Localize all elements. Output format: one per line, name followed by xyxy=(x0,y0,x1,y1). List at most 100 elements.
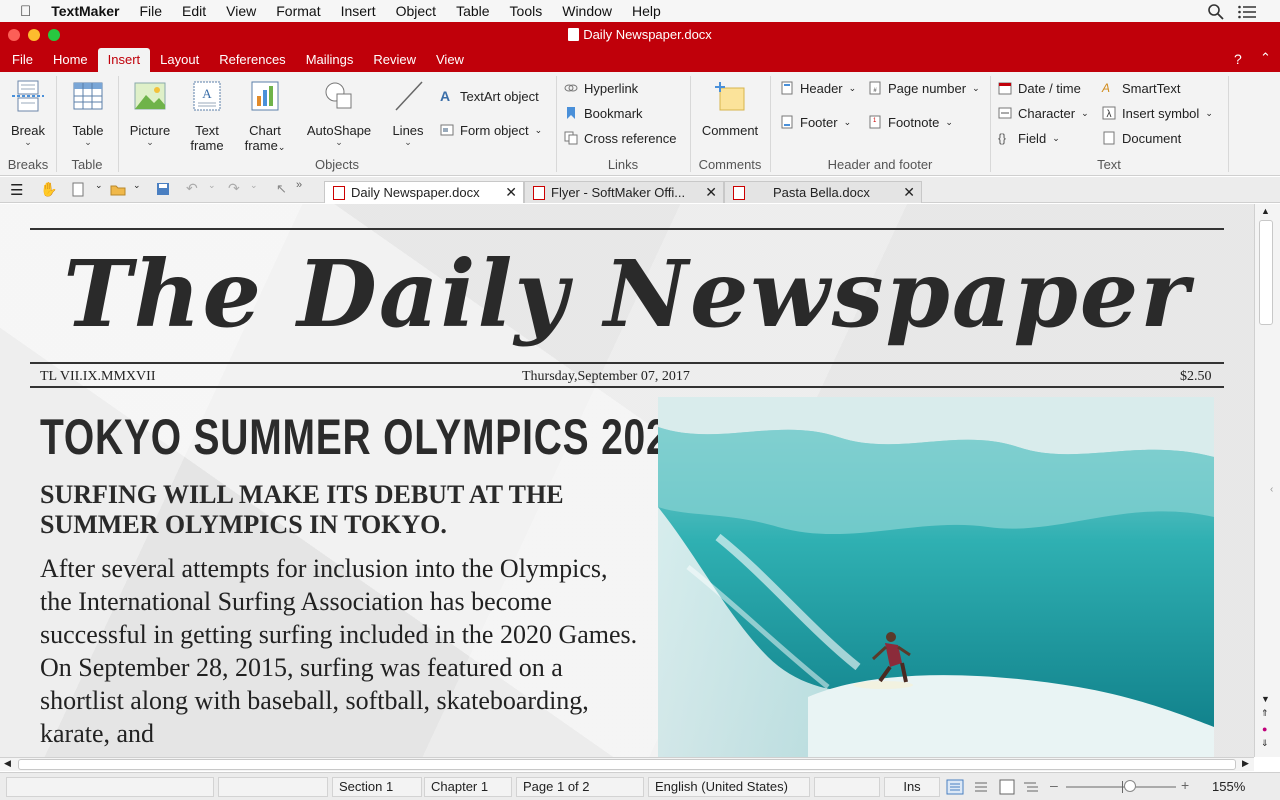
menu-view[interactable]: View xyxy=(216,3,266,19)
date-time-button[interactable]: Date / time xyxy=(998,78,1081,98)
menu-window[interactable]: Window xyxy=(552,3,622,19)
document-button[interactable]: Document xyxy=(1102,128,1181,148)
surfer-photo[interactable] xyxy=(658,397,1214,757)
doc-tab-daily-newspaper[interactable]: Daily Newspaper.docx ✕ xyxy=(324,181,524,203)
close-tab-icon[interactable]: ✕ xyxy=(505,182,517,203)
insert-symbol-button[interactable]: λ Insert symbol ⌄ xyxy=(1102,103,1213,123)
tab-file[interactable]: File xyxy=(2,48,43,72)
new-document-icon[interactable] xyxy=(72,182,84,197)
chart-frame-button[interactable]: Chart frame⌄ xyxy=(238,78,292,155)
page-number-button[interactable]: # Page number ⌄ xyxy=(868,78,980,98)
app-menu[interactable]: TextMaker xyxy=(41,3,129,19)
browse-object-icon[interactable]: ● xyxy=(1262,724,1267,734)
vertical-scrollbar[interactable]: ▲ ▼ ⇑ ● ⇓ xyxy=(1254,204,1280,757)
toolbar-overflow-icon[interactable]: » xyxy=(296,179,302,191)
table-button[interactable]: Table ⌄ xyxy=(66,78,110,147)
hamburger-menu-icon[interactable]: ☰ xyxy=(10,181,23,199)
smarttext-button[interactable]: A SmartText xyxy=(1102,78,1181,98)
continuous-view-icon[interactable] xyxy=(972,779,990,795)
hyperlink-button[interactable]: Hyperlink xyxy=(564,78,638,98)
document-canvas[interactable]: The Daily Newspaper TL VII.IX.MMXVII Thu… xyxy=(0,204,1254,757)
redo-icon[interactable]: ↷ xyxy=(228,180,240,197)
spotlight-search-icon[interactable] xyxy=(1208,4,1224,20)
tab-mailings[interactable]: Mailings xyxy=(296,48,364,72)
tab-home[interactable]: Home xyxy=(43,48,98,72)
undo-dropdown-icon[interactable]: ⌄ xyxy=(208,180,216,191)
menu-help[interactable]: Help xyxy=(622,3,671,19)
next-page-icon[interactable]: ⇓ xyxy=(1261,738,1269,749)
menu-tools[interactable]: Tools xyxy=(500,3,553,19)
textmaker-doc-icon xyxy=(533,186,545,200)
field-button[interactable]: {} Field ⌄ xyxy=(998,128,1060,148)
tab-view[interactable]: View xyxy=(426,48,474,72)
scroll-up-icon[interactable]: ▲ xyxy=(1261,206,1270,216)
new-dropdown-icon[interactable]: ⌄ xyxy=(95,180,103,191)
autoshape-button[interactable]: AutoShape ⌄ xyxy=(302,78,376,147)
zoom-slider-center-mark xyxy=(1122,781,1123,793)
close-tab-icon[interactable]: ✕ xyxy=(903,182,915,203)
minimize-window-button[interactable] xyxy=(28,29,40,41)
text-frame-icon: A xyxy=(193,81,221,111)
tab-insert[interactable]: Insert xyxy=(97,48,151,72)
cross-reference-button[interactable]: Cross reference xyxy=(564,128,676,148)
status-page[interactable]: Page 1 of 2 xyxy=(516,777,644,797)
chart-frame-label: Chart frame⌄ xyxy=(244,123,286,153)
header-button[interactable]: Header ⌄ xyxy=(780,78,856,98)
tab-review[interactable]: Review xyxy=(363,48,426,72)
zoom-slider-thumb[interactable] xyxy=(1124,780,1136,792)
side-panel-toggle-icon[interactable]: ‹ xyxy=(1270,484,1273,495)
open-dropdown-icon[interactable]: ⌄ xyxy=(133,180,141,191)
text-frame-button[interactable]: A Text frame xyxy=(184,78,230,153)
normal-view-icon[interactable] xyxy=(946,779,964,795)
menu-format[interactable]: Format xyxy=(266,3,330,19)
tab-references[interactable]: References xyxy=(209,48,295,72)
collapse-ribbon-icon[interactable]: ⌃ xyxy=(1260,50,1271,66)
close-tab-icon[interactable]: ✕ xyxy=(705,182,717,203)
horizontal-scrollbar[interactable]: ◀ ▶ xyxy=(0,757,1254,771)
open-folder-icon[interactable] xyxy=(110,183,126,196)
doc-tab-flyer[interactable]: Flyer - SoftMaker Offi... ✕ xyxy=(524,181,724,203)
page-view-icon[interactable] xyxy=(998,779,1016,795)
apple-icon[interactable]:  xyxy=(0,3,41,20)
close-window-button[interactable] xyxy=(8,29,20,41)
help-icon[interactable]: ? xyxy=(1234,51,1242,67)
character-button[interactable]: Character ⌄ xyxy=(998,103,1089,123)
menu-file[interactable]: File xyxy=(129,3,172,19)
scroll-right-icon[interactable]: ▶ xyxy=(1242,758,1249,769)
footnote-button[interactable]: 1 Footnote ⌄ xyxy=(868,112,953,132)
outline-view-icon[interactable] xyxy=(1022,779,1040,795)
menu-insert[interactable]: Insert xyxy=(331,3,386,19)
zoom-level[interactable]: 155% xyxy=(1212,779,1245,794)
lines-button[interactable]: Lines ⌄ xyxy=(386,78,430,147)
notification-center-icon[interactable] xyxy=(1238,5,1256,19)
save-icon[interactable] xyxy=(156,182,170,196)
zoom-out-icon[interactable]: – xyxy=(1050,777,1058,793)
comment-button[interactable]: Comment xyxy=(698,78,762,138)
tab-layout[interactable]: Layout xyxy=(150,48,209,72)
vertical-scroll-thumb[interactable] xyxy=(1259,220,1273,325)
status-language[interactable]: English (United States) xyxy=(648,777,810,797)
zoom-in-icon[interactable]: + xyxy=(1181,777,1189,793)
menu-table[interactable]: Table xyxy=(446,3,499,19)
select-pointer-icon[interactable]: ↖ xyxy=(276,181,287,197)
undo-icon[interactable]: ↶ xyxy=(186,180,198,197)
zoom-slider[interactable] xyxy=(1066,786,1176,788)
picture-button[interactable]: Picture ⌄ xyxy=(126,78,174,147)
doc-tab-pasta-bella[interactable]: Pasta Bella.docx ✕ xyxy=(724,181,922,203)
textart-button[interactable]: A TextArt object xyxy=(440,86,539,106)
scroll-down-icon[interactable]: ▼ xyxy=(1261,694,1270,704)
bookmark-button[interactable]: Bookmark xyxy=(564,103,643,123)
zoom-window-button[interactable] xyxy=(48,29,60,41)
redo-dropdown-icon[interactable]: ⌄ xyxy=(250,180,258,191)
menu-edit[interactable]: Edit xyxy=(172,3,216,19)
scroll-left-icon[interactable]: ◀ xyxy=(4,758,11,769)
insert-mode-indicator[interactable]: Ins xyxy=(884,777,940,797)
previous-page-icon[interactable]: ⇑ xyxy=(1261,708,1269,719)
menu-object[interactable]: Object xyxy=(386,3,446,19)
hand-tool-icon[interactable]: ✋ xyxy=(40,181,57,198)
horizontal-scroll-thumb[interactable] xyxy=(18,759,1236,770)
form-object-button[interactable]: Form object ⌄ xyxy=(440,120,542,140)
bookmark-label: Bookmark xyxy=(584,105,643,121)
footer-button[interactable]: Footer ⌄ xyxy=(780,112,851,132)
break-button[interactable]: Break ⌄ xyxy=(6,78,50,147)
